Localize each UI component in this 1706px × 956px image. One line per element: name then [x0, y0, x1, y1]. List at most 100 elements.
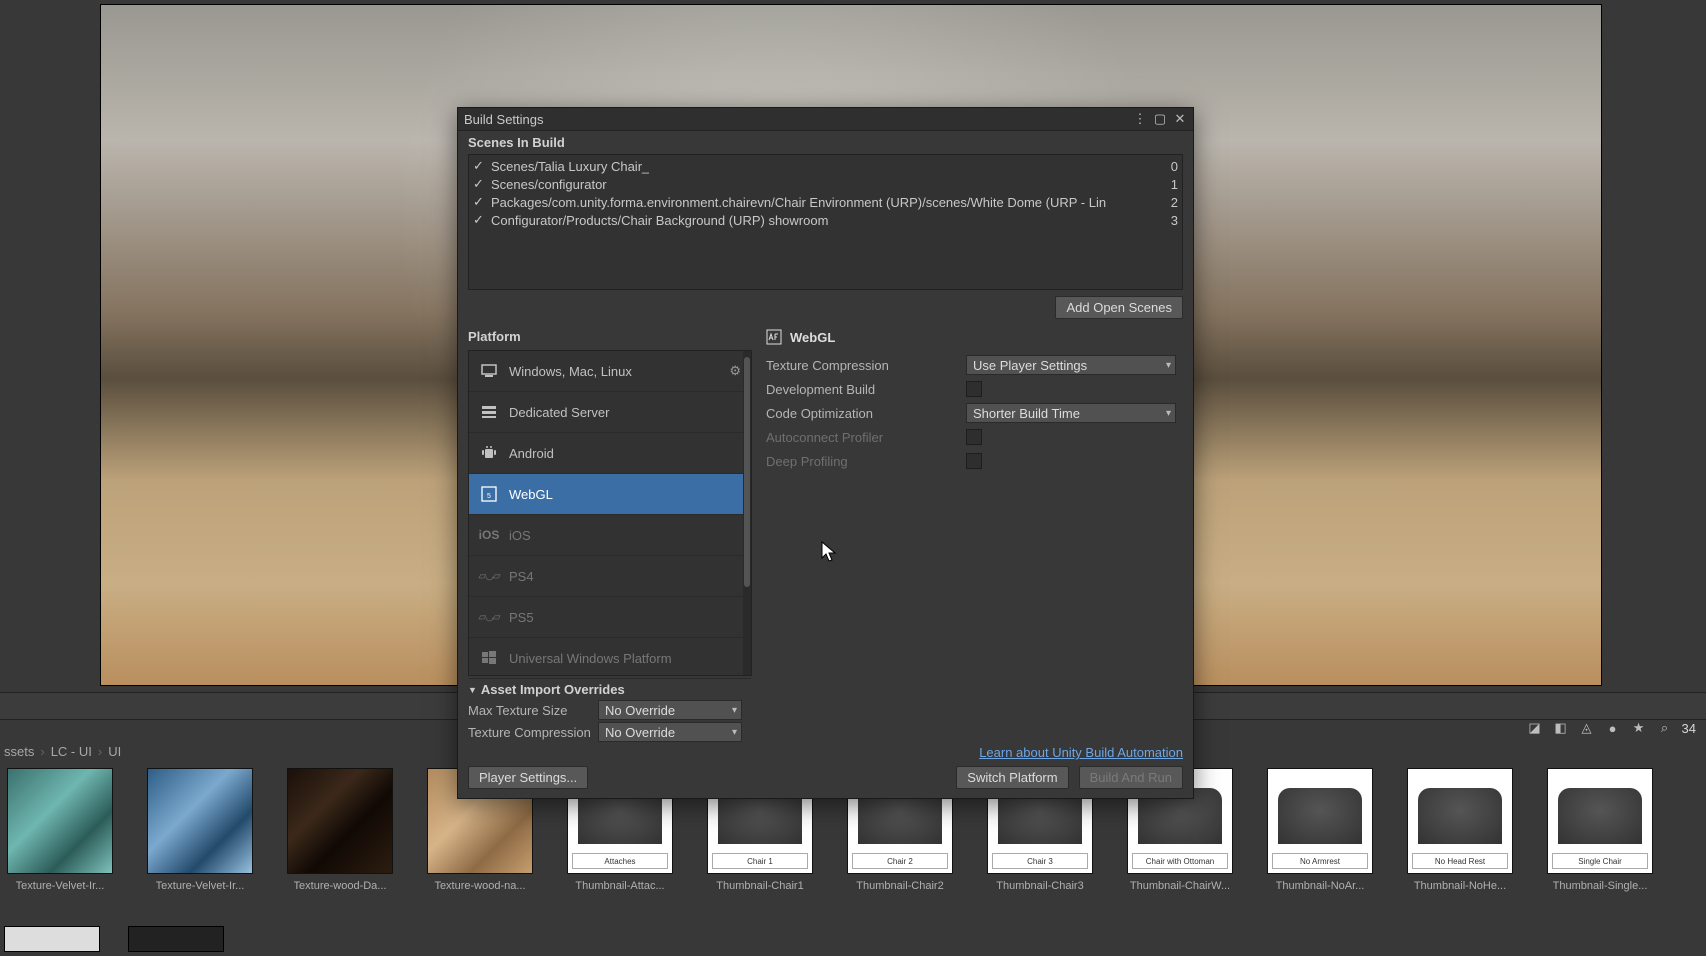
asset-name: Texture-Velvet-Ir... [16, 880, 105, 892]
platform-item-dedicated-server[interactable]: Dedicated Server [469, 392, 751, 433]
breadcrumb-item[interactable]: LC - UI [51, 744, 92, 759]
build-and-run-button: Build And Run [1079, 766, 1183, 789]
scene-index: 3 [1171, 213, 1178, 228]
platform-label: WebGL [509, 487, 553, 502]
platform-item-ps4[interactable]: ▱◡▱PS4 [469, 556, 751, 597]
assets-grid-row2[interactable] [4, 926, 224, 950]
platform-item-universal-windows-platform[interactable]: Universal Windows Platform [469, 638, 751, 679]
thumb-label: Chair with Ottoman [1132, 853, 1228, 869]
chevron-right-icon: › [98, 744, 102, 759]
platform-item-android[interactable]: Android [469, 433, 751, 474]
asset-item[interactable]: Texture-Velvet-Ir... [4, 768, 116, 923]
asset-thumb[interactable] [287, 768, 393, 874]
scene-row[interactable]: ✓ Configurator/Products/Chair Background … [473, 211, 1178, 229]
asset-count: 34 [1682, 721, 1696, 736]
scrollbar-thumb[interactable] [744, 357, 750, 587]
platform-icon [479, 402, 499, 422]
asset-item[interactable]: Texture-Velvet-Ir... [144, 768, 256, 923]
dialog-title: Build Settings [464, 112, 544, 127]
platform-item-ios[interactable]: iOS iOS [469, 515, 751, 556]
project-browser-tools: ◪ ◧ ◬ ● ★ ⌕ 34 [1526, 716, 1696, 740]
platform-icon: iOS [479, 525, 499, 545]
add-open-scenes-button[interactable]: Add Open Scenes [1055, 296, 1183, 319]
scene-path: Packages/com.unity.forma.environment.cha… [491, 195, 1106, 210]
asset-thumb[interactable]: Single Chair [1547, 768, 1653, 874]
asset-name: Texture-wood-na... [434, 880, 525, 892]
scene-row[interactable]: ✓Scenes/configurator1 [473, 175, 1178, 193]
asset-name: Texture-Velvet-Ir... [156, 880, 245, 892]
breadcrumb-item[interactable]: ssets [4, 744, 34, 759]
checkmark-icon[interactable]: ✓ [473, 176, 485, 192]
platform-label: Universal Windows Platform [509, 651, 672, 666]
scene-path: Scenes/Talia Luxury Chair_ [491, 159, 649, 174]
thumb-label: Attaches [572, 853, 668, 869]
deep-profiling-label: Deep Profiling [766, 454, 966, 469]
asset-thumb[interactable] [7, 768, 113, 874]
learn-link[interactable]: Learn about Unity Build Automation [979, 745, 1183, 760]
breadcrumb-item[interactable]: UI [108, 744, 121, 759]
dialog-titlebar[interactable]: Build Settings ⋮ ▢ ✕ [458, 108, 1193, 131]
tag-icon[interactable]: ◬ [1578, 719, 1596, 737]
scene-index: 1 [1171, 177, 1178, 192]
webgl-icon [766, 329, 782, 345]
asset-name: Texture-wood-Da... [294, 880, 387, 892]
platform-item-webgl[interactable]: 5WebGL [469, 474, 751, 515]
build-settings-dialog: Build Settings ⋮ ▢ ✕ Scenes In Build ✓Sc… [457, 107, 1194, 799]
thumb-label: Single Chair [1552, 853, 1648, 869]
development-build-checkbox[interactable] [966, 381, 982, 397]
asset-item[interactable]: No Head RestThumbnail-NoHe... [1404, 768, 1516, 923]
platform-label: PS5 [509, 610, 534, 625]
filter-icon[interactable]: ◧ [1552, 719, 1570, 737]
gear-icon[interactable]: ⚙ [729, 363, 741, 379]
scene-row[interactable]: ✓ Packages/com.unity.forma.environment.ch… [473, 193, 1178, 211]
deep-profiling-checkbox [966, 453, 982, 469]
checkmark-icon[interactable]: ✓ [473, 212, 485, 228]
texture-compression-dropdown[interactable]: Use Player Settings [966, 355, 1176, 375]
scenes-in-build-title: Scenes In Build [458, 131, 1193, 154]
asset-thumb[interactable] [4, 926, 100, 952]
thumb-label: No Head Rest [1412, 853, 1508, 869]
platform-item-windows-mac-linux[interactable]: Windows, Mac, Linux ⚙ [469, 351, 751, 392]
asset-item[interactable]: Texture-wood-Da... [284, 768, 396, 923]
texture-compression-override-dropdown[interactable]: No Override [598, 722, 742, 742]
checkmark-icon[interactable]: ✓ [473, 158, 485, 174]
max-texture-size-label: Max Texture Size [468, 703, 598, 718]
visibility-icon[interactable]: ● [1604, 719, 1622, 737]
thumb-label: Chair 3 [992, 853, 1088, 869]
asset-import-overrides-foldout[interactable]: ▼ Asset Import Overrides [458, 676, 1193, 699]
autoconnect-profiler-label: Autoconnect Profiler [766, 430, 966, 445]
texture-compression-label: Texture Compression [766, 358, 966, 373]
chevron-right-icon: › [40, 744, 44, 759]
platform-label: Windows, Mac, Linux [509, 364, 632, 379]
scene-list[interactable]: ✓Scenes/Talia Luxury Chair_0✓Scenes/conf… [468, 154, 1183, 290]
asset-item[interactable]: Single ChairThumbnail-Single... [1544, 768, 1656, 923]
max-texture-size-dropdown[interactable]: No Override [598, 700, 742, 720]
checkmark-icon[interactable]: ✓ [473, 194, 485, 210]
close-icon[interactable]: ✕ [1173, 111, 1187, 127]
platform-icon [479, 443, 499, 463]
player-settings-button[interactable]: Player Settings... [468, 766, 588, 789]
asset-thumb[interactable] [147, 768, 253, 874]
options-heading: WebGL [790, 330, 835, 345]
platform-list[interactable]: Windows, Mac, Linux ⚙ Dedicated ServerAndr… [468, 350, 752, 676]
asset-thumb[interactable]: No Head Rest [1407, 768, 1513, 874]
menu-icon[interactable]: ⋮ [1133, 111, 1147, 127]
platform-label: iOS [509, 528, 531, 543]
code-optimization-dropdown[interactable]: Shorter Build Time [966, 403, 1176, 423]
asset-thumb[interactable]: No Armrest [1267, 768, 1373, 874]
scene-row[interactable]: ✓Scenes/Talia Luxury Chair_0 [473, 157, 1178, 175]
asset-thumb[interactable] [128, 926, 224, 952]
foldout-triangle-icon: ▼ [468, 685, 477, 695]
platform-icon [479, 361, 499, 381]
scrollbar[interactable] [743, 351, 751, 675]
hidden-icon[interactable]: ◪ [1526, 719, 1544, 737]
switch-platform-button[interactable]: Switch Platform [956, 766, 1068, 789]
asset-name: Thumbnail-ChairW... [1130, 880, 1230, 892]
asset-item[interactable]: No ArmrestThumbnail-NoAr... [1264, 768, 1376, 923]
search-icon[interactable]: ⌕ [1656, 719, 1674, 737]
asset-name: Thumbnail-Chair2 [856, 880, 943, 892]
platform-item-ps5[interactable]: ▱◡▱PS5 [469, 597, 751, 638]
favorite-icon[interactable]: ★ [1630, 719, 1648, 737]
maximize-icon[interactable]: ▢ [1153, 111, 1167, 127]
scene-path: Configurator/Products/Chair Background (… [491, 213, 828, 228]
